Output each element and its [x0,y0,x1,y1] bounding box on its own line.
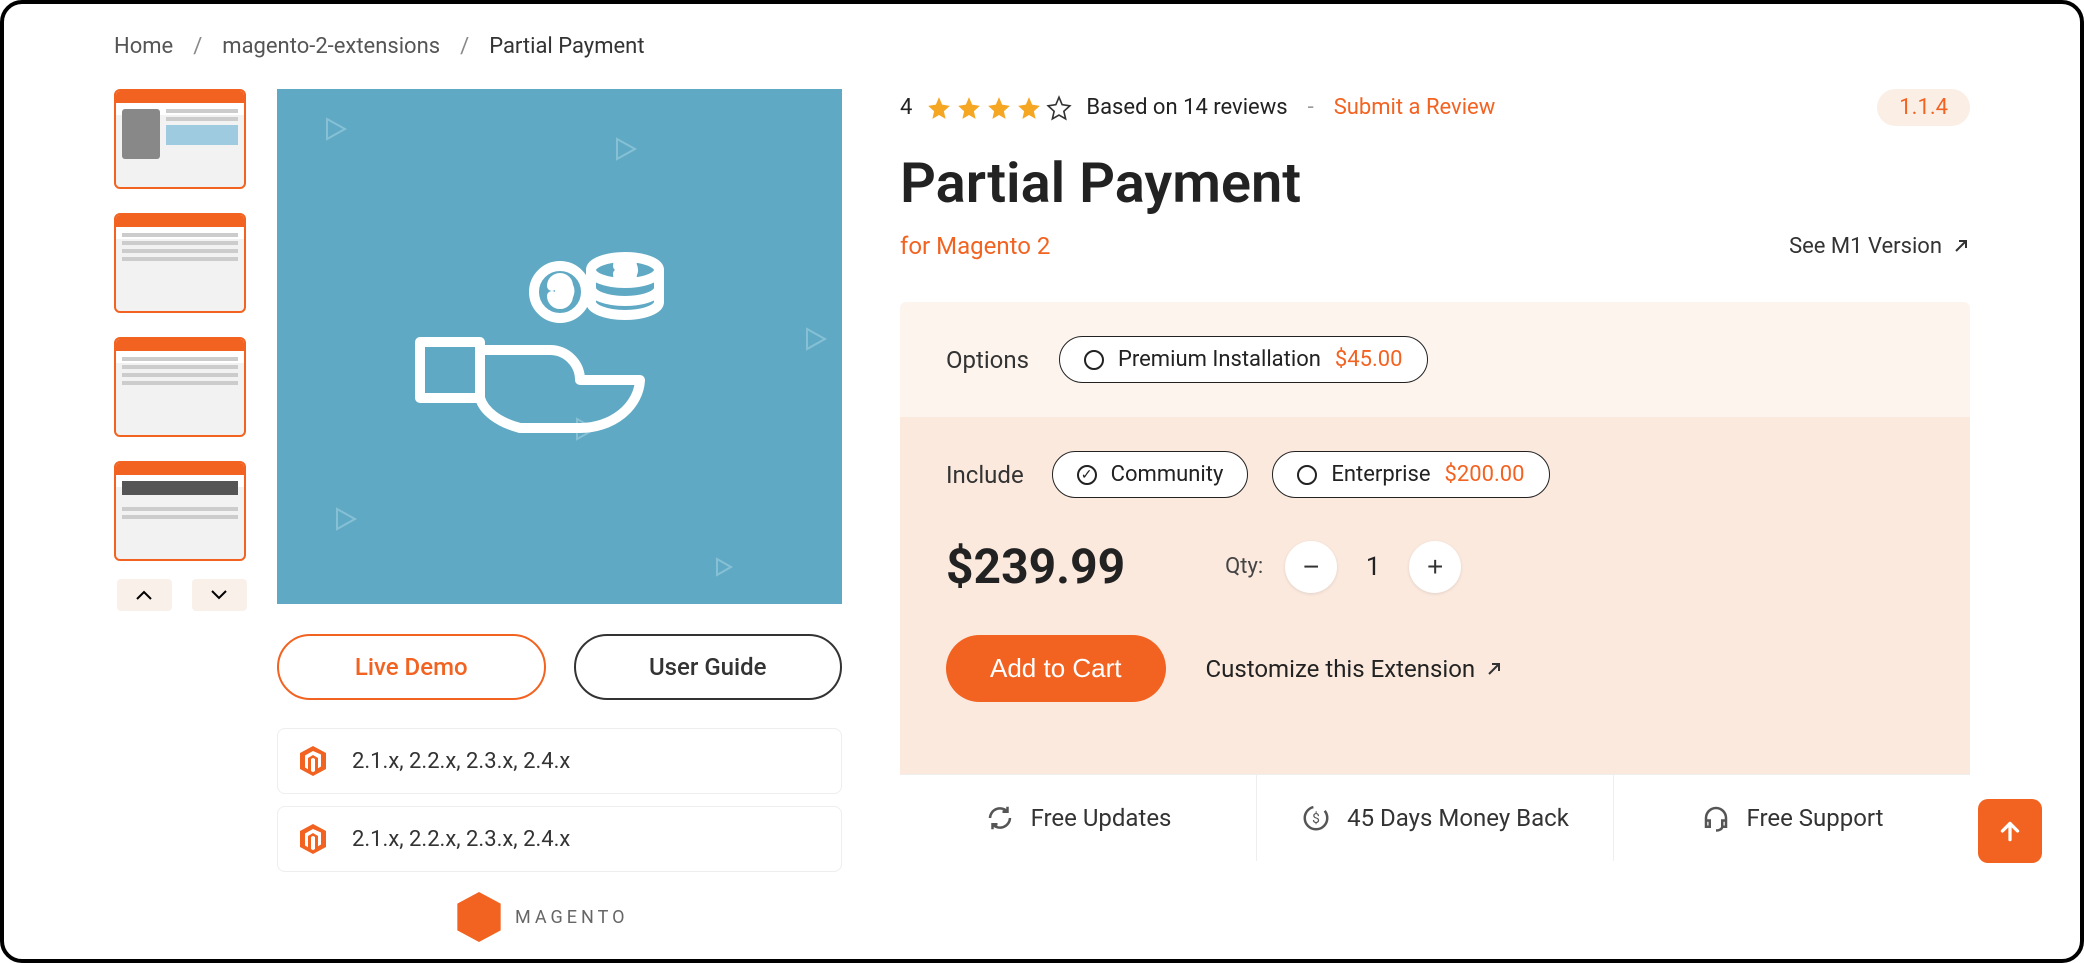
feature-free-support: Free Support [1614,775,1970,861]
add-to-cart-button[interactable]: Add to Cart [946,635,1166,702]
qty-decrease-button[interactable]: − [1285,541,1337,593]
compat-card-1: 2.1.x, 2.2.x, 2.3.x, 2.4.x [277,728,842,794]
magento-icon [300,824,326,854]
feature-label: Free Support [1747,804,1884,832]
include-enterprise-price: $200.00 [1445,462,1525,487]
include-enterprise[interactable]: Enterprise $200.00 [1272,451,1549,498]
thumbnail-prev-button[interactable] [117,579,172,611]
compat-card-2: 2.1.x, 2.2.x, 2.3.x, 2.4.x [277,806,842,872]
product-subtitle: for Magento 2 [900,232,1050,260]
include-community[interactable]: Community [1052,451,1249,498]
breadcrumb-home[interactable]: Home [114,34,173,59]
include-community-label: Community [1111,462,1224,487]
user-guide-button[interactable]: User Guide [574,634,843,700]
main-image-column: Live Demo User Guide 2.1.x, 2.2.x, 2.3.x… [277,89,842,942]
option-label: Premium Installation [1118,347,1321,372]
quantity-stepper: Qty: − 1 + [1225,541,1461,593]
qty-label: Qty: [1225,554,1263,579]
qty-increase-button[interactable]: + [1409,541,1461,593]
include-enterprise-label: Enterprise [1331,462,1430,487]
see-m1-link[interactable]: See M1 Version [1789,234,1970,259]
customize-label: Customize this Extension [1206,655,1476,683]
breadcrumb: Home / magento-2-extensions / Partial Pa… [114,34,1970,59]
arrow-up-icon [1997,818,2023,844]
version-badge: 1.1.4 [1877,89,1970,126]
magento-logo-icon [457,892,501,942]
thumbnail-1[interactable] [114,89,246,189]
product-price: $239.99 [946,538,1125,595]
product-main-image [277,89,842,604]
compat-text: 2.1.x, 2.2.x, 2.3.x, 2.4.x [352,749,570,774]
external-arrow-icon [1485,660,1503,678]
customize-extension-link[interactable]: Customize this Extension [1206,655,1504,683]
rating-stars [926,95,1072,121]
see-m1-label: See M1 Version [1789,234,1942,259]
chevron-up-icon [136,590,152,600]
feature-money-back: $ 45 Days Money Back [1257,775,1614,861]
option-price: $45.00 [1335,347,1403,372]
money-back-icon: $ [1301,803,1331,833]
star-icon [956,95,982,121]
radio-unchecked-icon [1297,465,1317,485]
magento-icon [300,746,326,776]
features-row: Free Updates $ 45 Days Money Back Free S… [900,774,1970,861]
refresh-icon [985,803,1015,833]
feature-free-updates: Free Updates [900,775,1257,861]
hand-coins-icon [410,232,710,462]
rating-row: 4 Based on 14 reviews - Submit a Review … [900,89,1970,126]
magento-logo-row: MAGENTO [277,892,842,942]
product-details: 4 Based on 14 reviews - Submit a Review … [870,89,1970,942]
thumbnail-nav [114,579,249,611]
headset-icon [1701,803,1731,833]
breadcrumb-category[interactable]: magento-2-extensions [222,34,440,59]
feature-label: Free Updates [1031,804,1172,832]
options-label: Options [946,346,1029,374]
thumbnail-next-button[interactable] [192,579,247,611]
thumbnail-2[interactable] [114,213,246,313]
chevron-down-icon [211,590,227,600]
live-demo-button[interactable]: Live Demo [277,634,546,700]
submit-review-link[interactable]: Submit a Review [1334,95,1496,120]
reviews-count: Based on 14 reviews [1086,95,1287,120]
svg-text:$: $ [1312,810,1320,827]
breadcrumb-current: Partial Payment [489,34,644,59]
option-premium-installation[interactable]: Premium Installation $45.00 [1059,336,1428,383]
separator: - [1308,95,1314,120]
include-label: Include [946,461,1024,489]
qty-value: 1 [1359,552,1387,582]
scroll-to-top-button[interactable] [1978,799,2042,863]
star-icon [1016,95,1042,121]
star-icon [986,95,1012,121]
rating-value: 4 [900,95,912,120]
thumbnail-3[interactable] [114,337,246,437]
thumbnail-column [114,89,249,942]
thumbnail-4[interactable] [114,461,246,561]
options-box: Options Premium Installation $45.00 [900,302,1970,417]
product-title: Partial Payment [900,150,1970,216]
star-outline-icon [1046,95,1072,121]
radio-unchecked-icon [1084,350,1104,370]
star-icon [926,95,952,121]
feature-label: 45 Days Money Back [1347,804,1569,832]
include-box: Include Community Enterprise $200.00 $23… [900,417,1970,774]
external-arrow-icon [1952,237,1970,255]
compat-text: 2.1.x, 2.2.x, 2.3.x, 2.4.x [352,827,570,852]
breadcrumb-sep: / [193,34,202,59]
radio-checked-icon [1077,465,1097,485]
breadcrumb-sep: / [460,34,469,59]
magento-logo-text: MAGENTO [515,907,628,928]
